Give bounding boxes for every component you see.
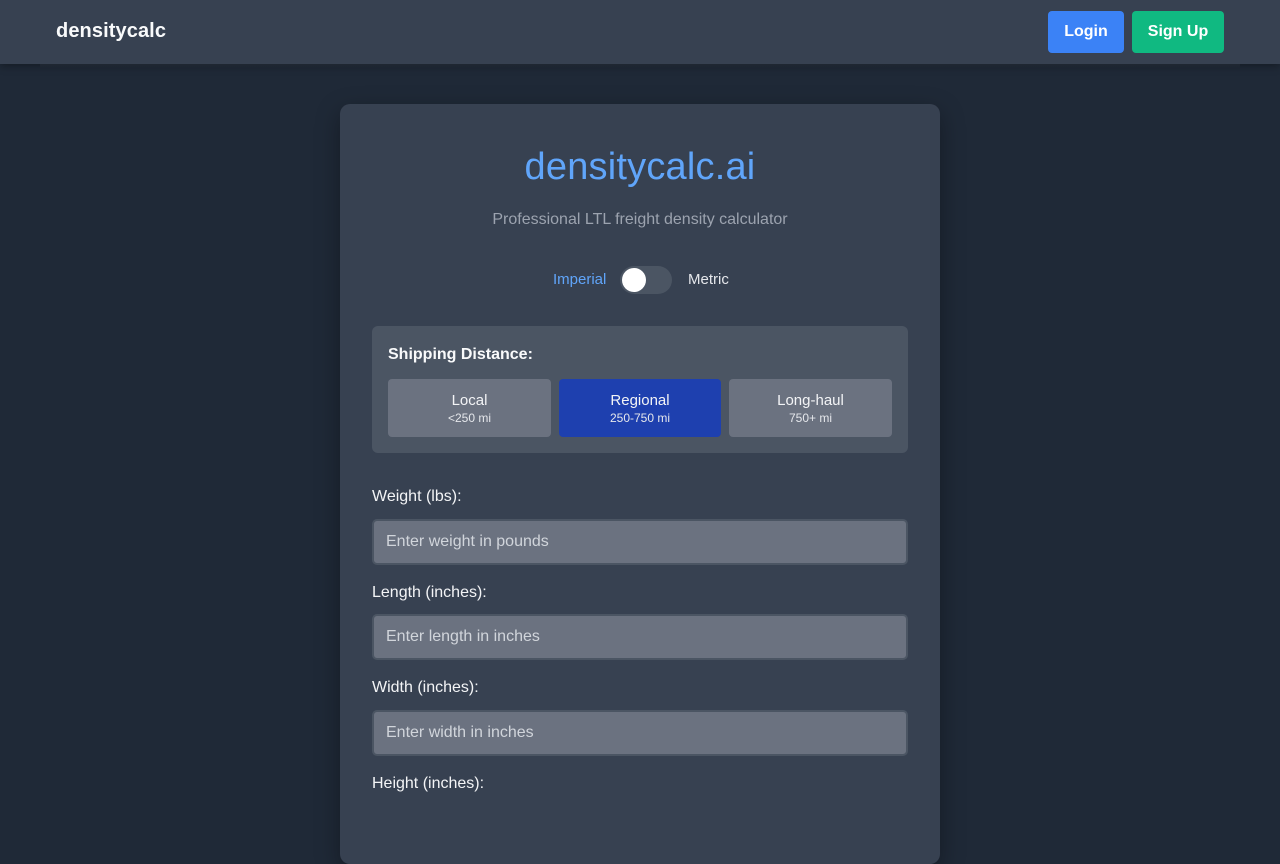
sign-up-button[interactable]: Sign Up: [1132, 11, 1224, 53]
calculator-card: densitycalc.ai Professional LTL freight …: [340, 104, 940, 864]
height-label: Height (inches):: [372, 775, 485, 792]
page-subtitle: Professional LTL freight density calcula…: [492, 211, 788, 228]
distance-option-regional[interactable]: Regional 250-750 mi: [559, 379, 721, 437]
distance-option-long-haul[interactable]: Long-haul 750+ mi: [729, 379, 892, 437]
distance-option-range: 250-750 mi: [609, 411, 671, 425]
unit-system-toggle[interactable]: [620, 266, 672, 294]
distance-option-name: Long-haul: [777, 392, 844, 409]
login-button[interactable]: Login: [1048, 11, 1124, 53]
page-title: densitycalc.ai: [524, 146, 756, 188]
brand-logo-text[interactable]: densitycalc: [56, 20, 166, 43]
imperial-unit-label[interactable]: Imperial: [553, 271, 606, 288]
distance-option-range: <250 mi: [447, 411, 492, 425]
width-label: Width (inches):: [372, 679, 479, 696]
weight-label: Weight (lbs):: [372, 488, 462, 505]
distance-option-range: 750+ mi: [788, 411, 833, 425]
width-input[interactable]: [372, 710, 908, 756]
toggle-knob: [622, 268, 646, 292]
weight-input[interactable]: [372, 519, 908, 565]
shipping-distance-panel: Shipping Distance: Local <250 mi Regiona…: [372, 326, 908, 453]
top-navbar: densitycalc Login Sign Up: [0, 0, 1280, 64]
length-label: Length (inches):: [372, 584, 487, 601]
distance-option-name: Local: [451, 392, 488, 409]
distance-option-local[interactable]: Local <250 mi: [388, 379, 551, 437]
distance-option-name: Regional: [610, 392, 670, 409]
navbar-shadow-divider: [40, 64, 1240, 68]
length-input[interactable]: [372, 614, 908, 660]
unit-toggle-row: Imperial Metric: [340, 264, 940, 296]
shipping-distance-label: Shipping Distance:: [388, 346, 533, 363]
metric-unit-label[interactable]: Metric: [688, 271, 729, 288]
